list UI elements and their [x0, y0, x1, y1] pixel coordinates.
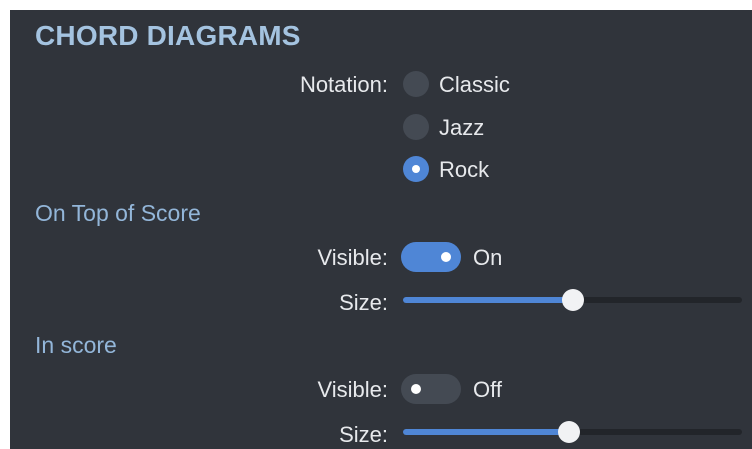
in-score-visible-label: Visible: — [317, 377, 388, 402]
in-score-size-slider[interactable] — [403, 421, 742, 443]
on-top-size-label: Size: — [339, 290, 388, 315]
on-top-size-slider[interactable] — [403, 289, 742, 311]
slider-fill — [403, 297, 573, 303]
radio-jazz-label[interactable]: Jazz — [439, 115, 484, 141]
panel-title: CHORD DIAGRAMS — [35, 20, 301, 51]
in-score-size-label: Size: — [339, 422, 388, 447]
slider-fill — [403, 429, 570, 435]
chord-diagrams-panel: CHORD DIAGRAMS Notation: Classic Jazz Ro… — [10, 10, 752, 449]
in-score-visible-toggle[interactable] — [401, 374, 461, 404]
toggle-knob — [441, 252, 451, 262]
on-top-visible-state: On — [473, 245, 503, 270]
in-score-visible-state: Off — [473, 377, 502, 402]
on-top-visible-label: Visible: — [317, 245, 388, 270]
in-score-heading: In score — [35, 332, 117, 358]
radio-classic-label[interactable]: Classic — [439, 72, 510, 98]
slider-thumb[interactable] — [561, 289, 584, 311]
radio-classic[interactable] — [403, 71, 429, 97]
radio-rock-label[interactable]: Rock — [439, 157, 489, 183]
toggle-knob — [411, 384, 421, 394]
radio-rock[interactable] — [403, 156, 429, 182]
radio-jazz[interactable] — [403, 114, 429, 140]
on-top-of-score-heading: On Top of Score — [35, 200, 201, 226]
on-top-visible-toggle[interactable] — [401, 242, 461, 272]
slider-thumb[interactable] — [558, 421, 581, 443]
notation-label: Notation: — [299, 72, 388, 97]
